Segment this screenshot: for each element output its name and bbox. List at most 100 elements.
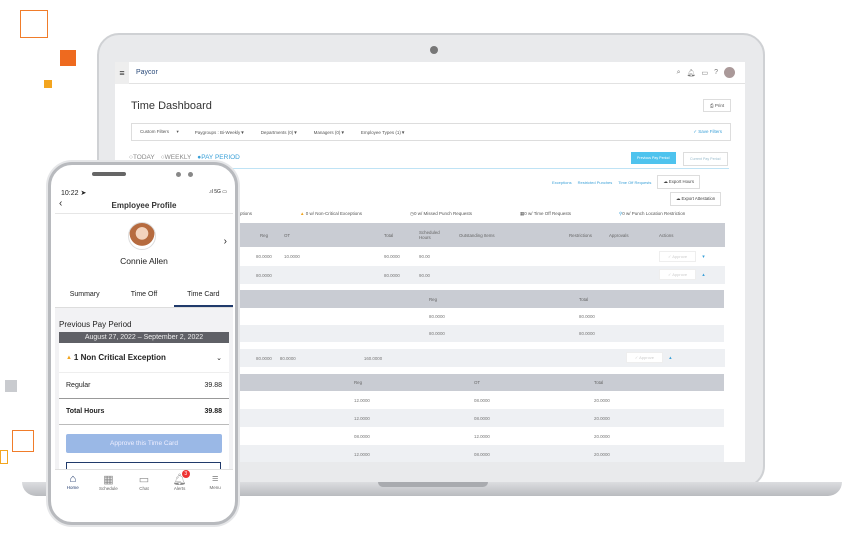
filter-managers[interactable]: Managers (0)▼ xyxy=(314,130,345,135)
total-label: Total Hours xyxy=(66,408,105,415)
cell: 08.0000 xyxy=(474,397,490,403)
tab-summary[interactable]: Summary xyxy=(55,283,114,307)
export-hours-button[interactable]: ☁ Export Hours xyxy=(657,175,700,189)
filter-paygroups[interactable]: Paygroups : Bi-Weekly▼ xyxy=(195,130,245,135)
cell: 20.0000 xyxy=(594,451,610,457)
calendar-icon: ▦ xyxy=(103,474,114,486)
radio-label: WEEKLY xyxy=(164,154,192,161)
decor-square xyxy=(60,50,76,66)
summary-missed-punch[interactable]: ◷0 w/ Missed Punch Requests xyxy=(410,211,472,217)
cell: 20.0000 xyxy=(594,397,610,403)
period-range: August 27, 2022 – September 2, 2022 xyxy=(59,332,229,343)
col-header: Scheduled Hours xyxy=(419,230,440,240)
radio-pay-period[interactable]: ●PAY PERIOD xyxy=(197,154,240,161)
cell-ot xyxy=(280,266,380,284)
col-header: Restrictions xyxy=(569,232,592,238)
regular-row: Regular 39.88 xyxy=(59,373,229,399)
filter-departments[interactable]: Departments (0)▼ xyxy=(261,130,298,135)
nav-chat[interactable]: ▭ Chat xyxy=(126,470,162,501)
link-restricted-punches[interactable]: Restricted Punches xyxy=(578,180,613,185)
cell: 12.0000 xyxy=(474,433,490,439)
exception-row[interactable]: ▲ 1 Non Critical Exception ⌄ xyxy=(59,343,229,373)
cell: 12.0000 xyxy=(354,415,370,421)
cell: 08.0000 xyxy=(354,433,370,439)
filter-employee-types[interactable]: Employee Types (1)▼ xyxy=(361,130,405,135)
col-header: OT xyxy=(284,232,291,238)
chevron-down-icon[interactable]: ⌄ xyxy=(216,354,222,362)
status-time: 10:22 ➤ xyxy=(61,190,87,197)
table-row[interactable]: 80.0000 80.0000 90.00 ✓ Approve ▴ xyxy=(230,266,725,284)
save-filters-button[interactable]: ✓ Save Filters xyxy=(693,129,722,135)
cell-ot: 10.0000 xyxy=(284,254,300,259)
approve-time-card-button[interactable]: Approve this Time Card xyxy=(66,434,222,453)
table-row[interactable]: 80.0000 80.0000 160.0000 ✓ Approve ▴ xyxy=(230,349,725,367)
alerts-badge: 3 xyxy=(181,470,190,478)
nav-alerts[interactable]: 🔔︎ 3 Alerts xyxy=(162,470,198,501)
cell: 80.0000 xyxy=(429,331,445,336)
col-header: Reg xyxy=(354,380,363,385)
previous-pay-period-button[interactable]: Previous Pay Period xyxy=(631,152,676,164)
nav-label: Alerts xyxy=(173,486,186,491)
cell: 12.0000 xyxy=(354,397,370,403)
cell: 80.0000 xyxy=(579,314,595,319)
bottom-nav: ⌂ Home ▦ Schedule ▭ Chat 🔔︎ 3 Alerts ≡ Menu xyxy=(55,469,233,501)
approve-button[interactable]: ✓ Approve xyxy=(659,269,697,280)
summary-bar: Exceptions ▲ 0 w/ Non-Critical Exception… xyxy=(230,211,685,217)
filter-label: Managers (0) xyxy=(313,129,341,135)
signal-text: 5G xyxy=(214,189,221,195)
warning-icon: ▲ xyxy=(300,211,305,216)
approve-button[interactable]: ✓ Approve xyxy=(659,250,697,262)
filter-label: Paygroups : Bi-Weekly xyxy=(194,129,241,135)
print-label: Print xyxy=(714,103,725,108)
menu-icon[interactable]: ≡ xyxy=(115,62,129,84)
link-exceptions[interactable]: Exceptions xyxy=(552,180,572,185)
nav-schedule[interactable]: ▦ Schedule xyxy=(91,470,127,501)
search-icon[interactable]: ⌕ xyxy=(677,69,681,77)
period-label: Previous Pay Period xyxy=(59,320,132,329)
time-text: 10:22 xyxy=(61,190,79,197)
link-time-off-requests[interactable]: Time Off Requests xyxy=(618,180,651,185)
screen-title: Employee Profile xyxy=(111,201,177,210)
custom-filters[interactable]: Custom Filters ▾ xyxy=(140,129,179,135)
table-row[interactable]: 80.0000 10.0000 90.0000 90.00 ✓ Approve … xyxy=(230,247,725,266)
nav-label: Home xyxy=(66,485,79,490)
print-button[interactable]: ⎙ Print xyxy=(703,99,732,112)
approve-button[interactable]: ✓ Approve xyxy=(625,352,664,363)
radio-weekly[interactable]: ○WEEKLY xyxy=(161,154,192,161)
tab-time-off[interactable]: Time Off xyxy=(114,283,173,307)
bell-icon[interactable]: 🔔︎ xyxy=(687,69,696,77)
nav-label: Menu xyxy=(209,485,221,490)
page-title: Time Dashboard xyxy=(131,100,212,112)
summary-noncritical[interactable]: ▲ 0 w/ Non-Critical Exceptions xyxy=(300,211,362,217)
table-row: 08.0000 12.0000 20.0000 xyxy=(230,427,724,445)
cell: 12.0000 xyxy=(354,451,370,457)
decor-square xyxy=(12,430,34,452)
nav-menu[interactable]: ≡ Menu xyxy=(197,470,233,501)
current-pay-period-button[interactable]: Current Pay Period xyxy=(683,152,728,166)
chevron-up-icon[interactable]: ▴ xyxy=(669,355,672,361)
status-signal: .ıl 5G ▭ xyxy=(208,189,227,195)
chat-icon[interactable]: ▭ xyxy=(701,69,708,77)
nav-home[interactable]: ⌂ Home xyxy=(55,470,91,501)
chevron-up-icon[interactable]: ▴ xyxy=(702,272,705,278)
table-row: 12.0000 08.0000 20.0000 xyxy=(230,409,724,427)
employee-table: Reg OT Total Scheduled Hours Outstanding… xyxy=(230,223,725,284)
avatar xyxy=(128,222,156,250)
approve-label: Approve xyxy=(672,272,688,277)
range-radios: ○TODAY ○WEEKLY ●PAY PERIOD xyxy=(129,154,240,161)
table-row: 12.0000 08.0000 20.0000 xyxy=(230,391,724,409)
chevron-down-icon[interactable]: ▾ xyxy=(702,254,705,260)
filter-label: Departments (0) xyxy=(260,129,294,135)
avatar[interactable] xyxy=(724,67,735,78)
tab-time-card[interactable]: Time Card xyxy=(173,283,233,307)
summary-location[interactable]: ⚲0 w/ Punch Location Restriction xyxy=(619,211,685,217)
summary-time-off[interactable]: ▦0 w/ Time Off Requests xyxy=(520,211,571,217)
help-icon[interactable]: ? xyxy=(714,69,718,76)
filter-label: Employee Types (1) xyxy=(360,129,401,135)
radio-today[interactable]: ○TODAY xyxy=(129,154,155,161)
total-value: 39.88 xyxy=(204,408,222,415)
detail-table-2: Reg OT Total 12.0000 08.0000 20.0000 12.0000… xyxy=(230,374,724,462)
export-attestation-button[interactable]: ☁ Export Attestation xyxy=(670,192,722,206)
employee-table-row3: 80.0000 80.0000 160.0000 ✓ Approve ▴ xyxy=(230,349,725,367)
chevron-right-icon[interactable]: › xyxy=(224,236,227,247)
